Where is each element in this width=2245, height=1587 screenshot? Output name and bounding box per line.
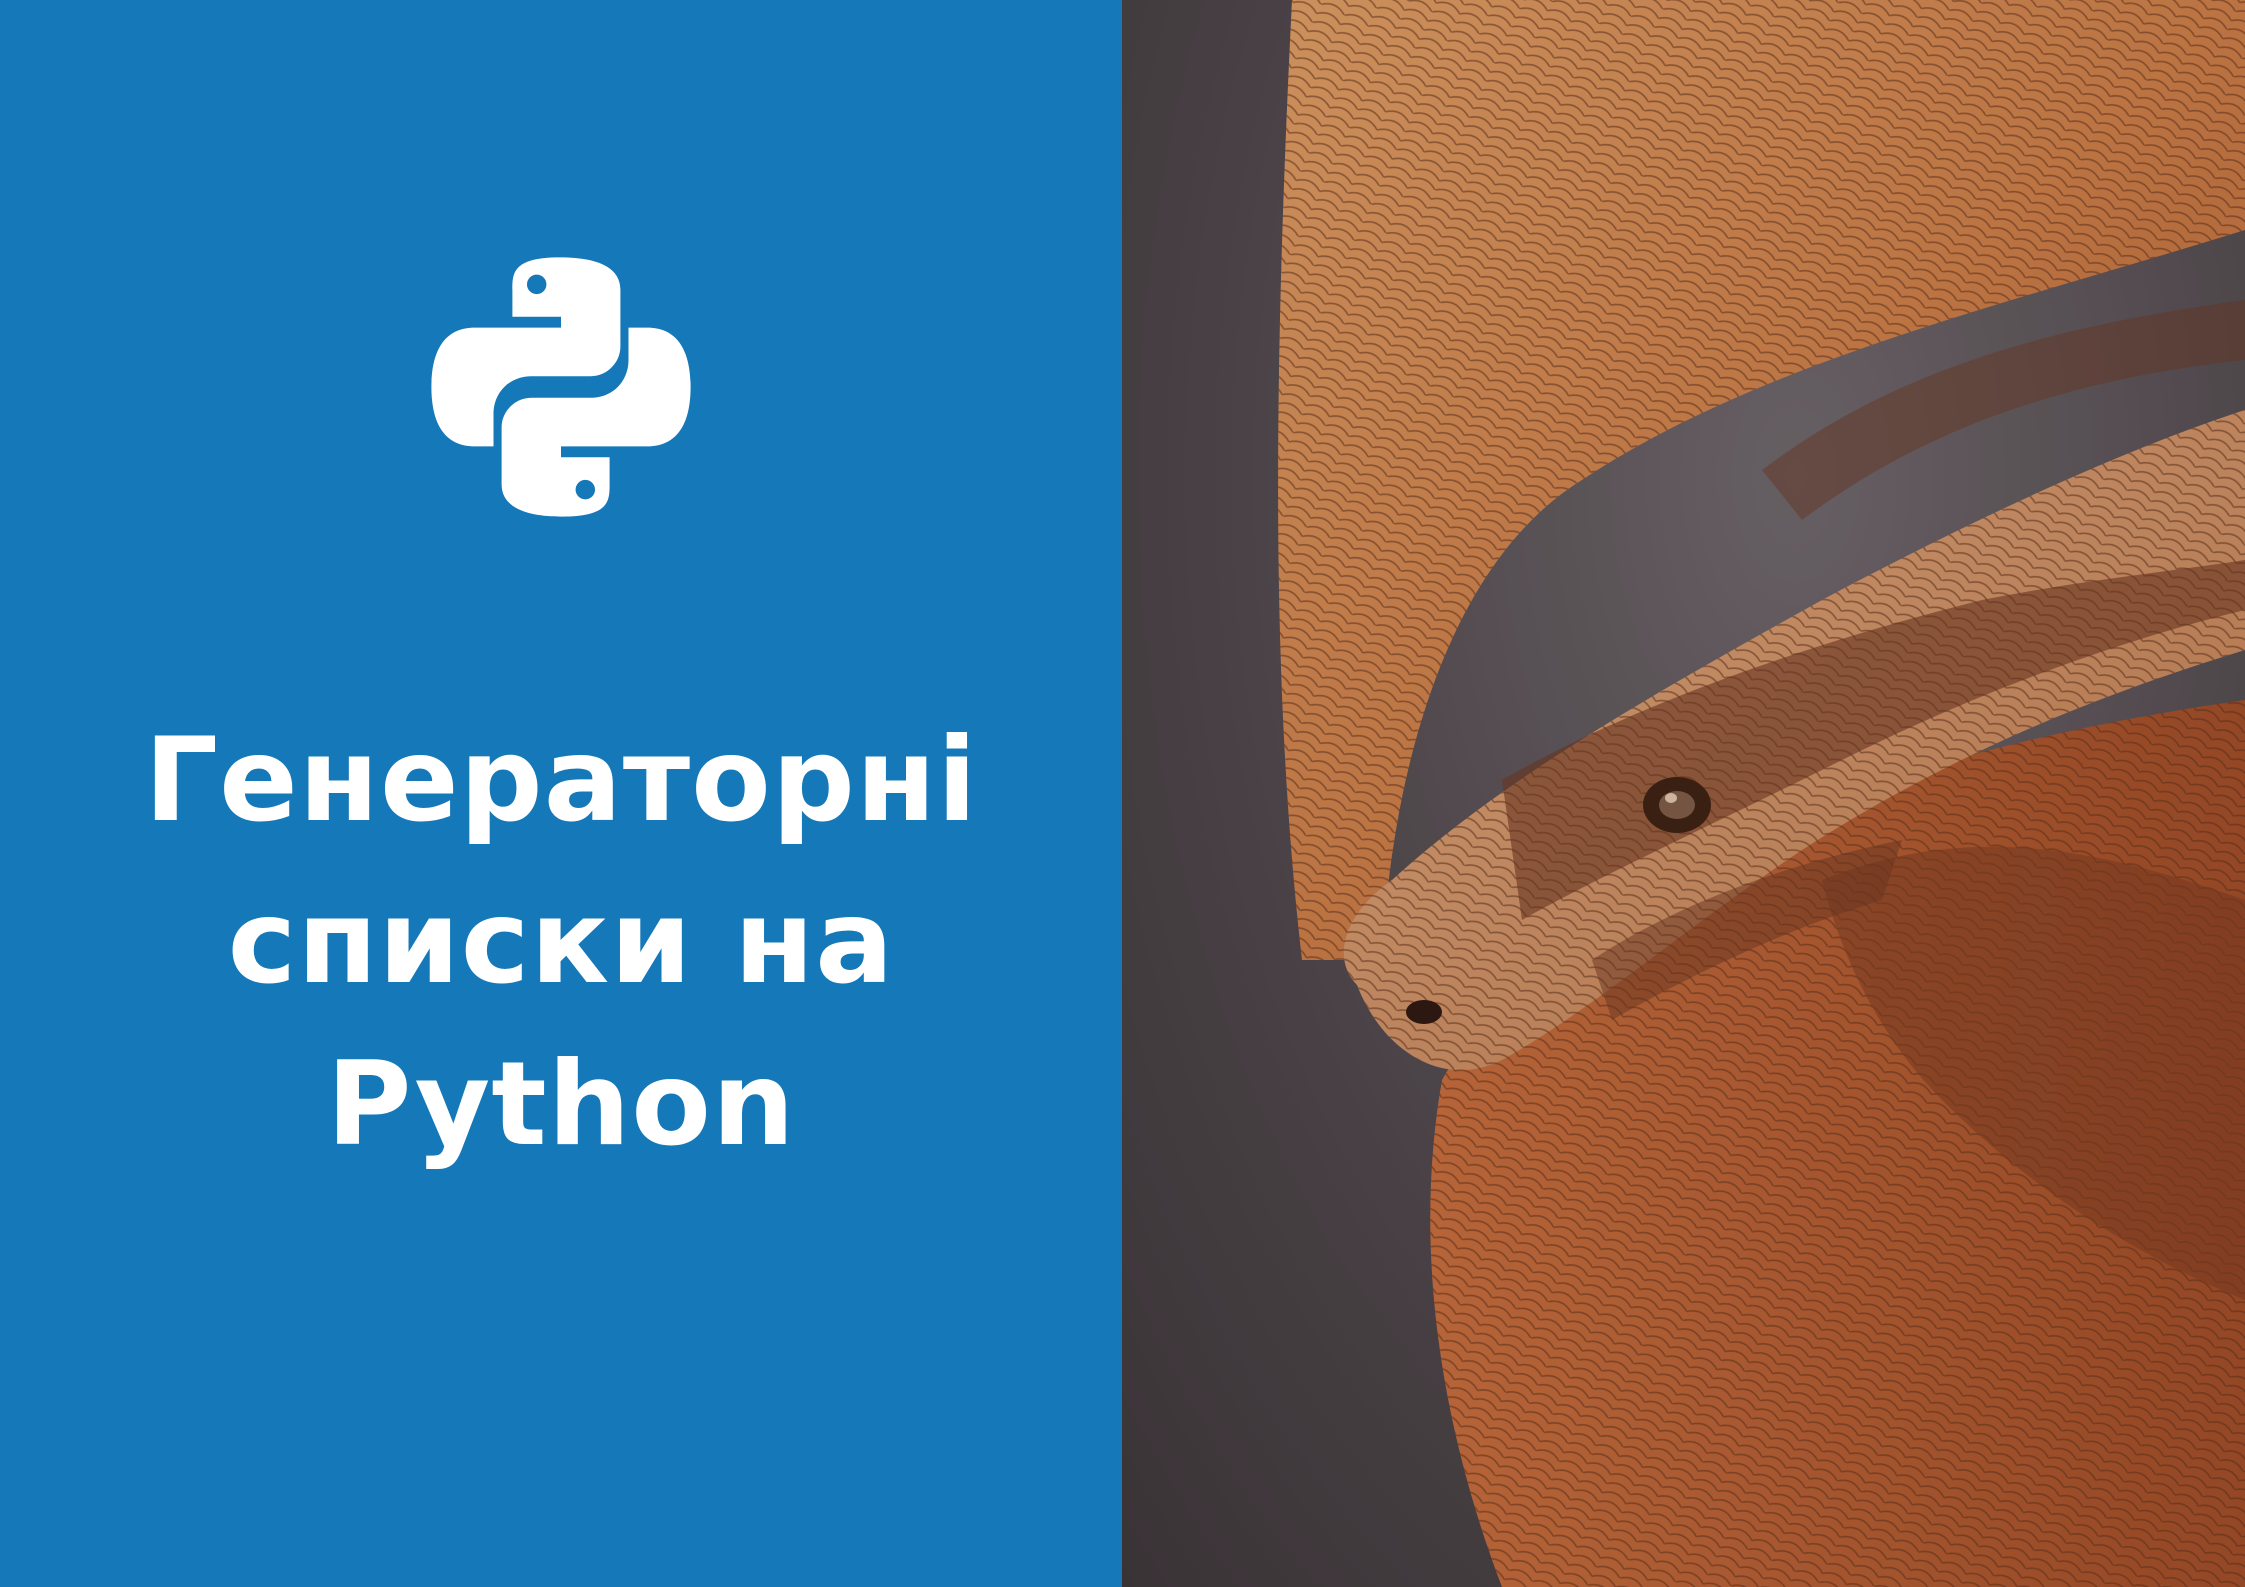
title-line-1: Генераторні <box>144 713 978 848</box>
page-title: Генераторні списки на Python <box>0 700 1122 1186</box>
title-line-3: Python <box>326 1037 796 1172</box>
python-logo-icon <box>426 252 696 522</box>
title-line-2: списки на <box>227 875 895 1010</box>
snake-photo <box>1122 0 2245 1587</box>
left-panel: Генераторні списки на Python <box>0 0 1122 1587</box>
